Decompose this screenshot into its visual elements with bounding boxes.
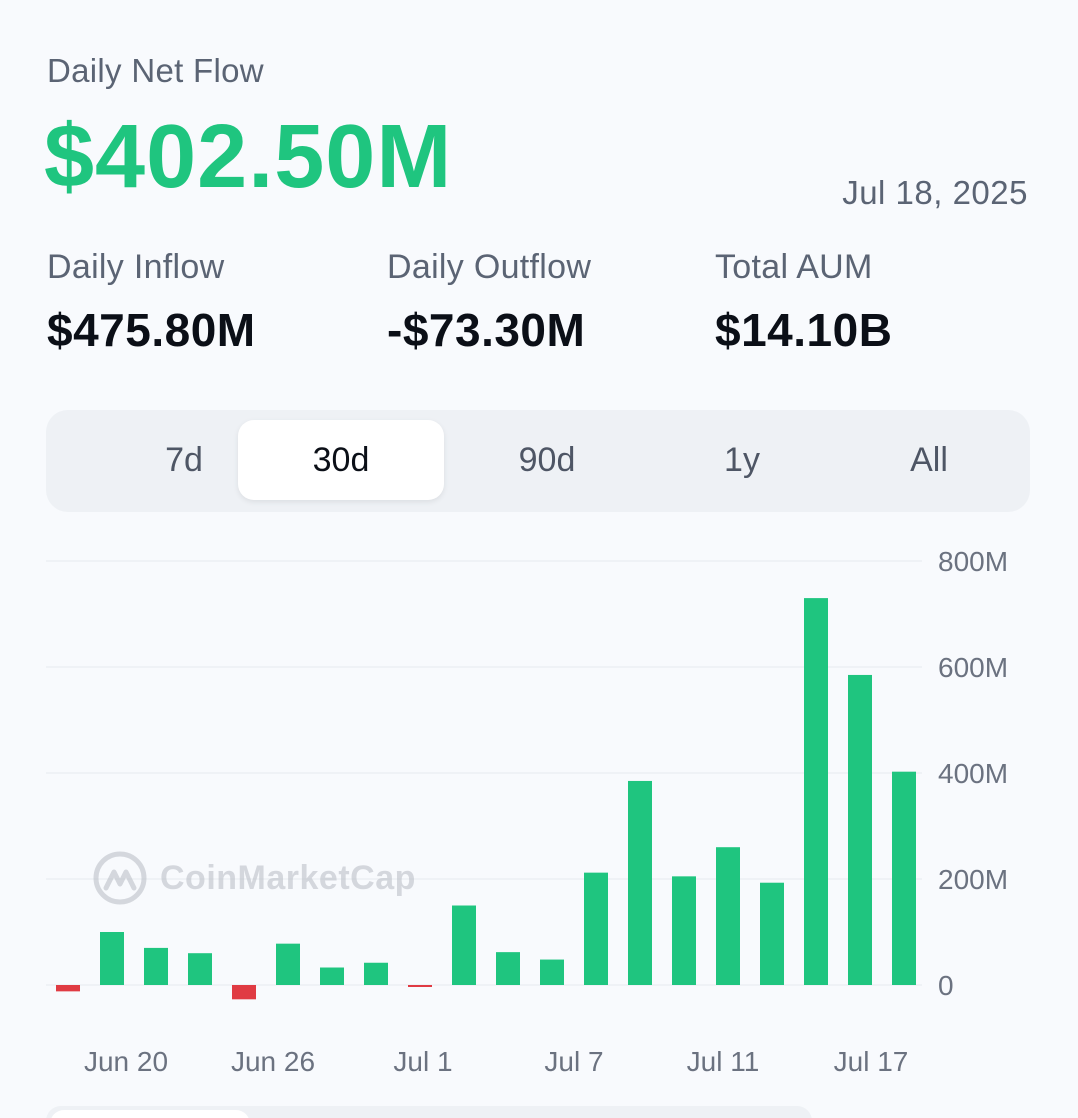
bar[interactable] [408,985,432,987]
tab-90d[interactable]: 90d [446,420,648,500]
stat-value: $475.80M [47,304,256,356]
bar[interactable] [584,872,608,985]
stat-label: Daily Outflow [387,248,592,286]
x-tick-label: Jun 26 [231,1046,315,1077]
bar[interactable] [804,598,828,985]
stat-daily-outflow: Daily Outflow -$73.30M [387,248,591,357]
date-label: Jul 18, 2025 [842,174,1028,211]
tab-1y[interactable]: 1y [646,420,838,500]
bar[interactable] [716,847,740,985]
bar[interactable] [232,985,256,1000]
time-range-tabs: 7d 30d 90d 1y All [46,410,1030,512]
coinmarketcap-logo-icon [93,851,147,905]
chart-svg: 0 200M 400M 600M 800M Jun 20 Jun 26 Jul 1 Jul 7 J… [46,546,1008,1077]
stat-value: -$73.30M [387,304,586,356]
y-tick-label: 200M [938,864,1008,895]
tab-30d[interactable]: 30d [238,420,444,500]
page-title: Daily Net Flow [47,52,264,89]
daily-net-flow-page: Daily Net Flow $402.50M Jul 18, 2025 Dai… [0,0,1078,1118]
bar[interactable] [56,985,80,992]
bottom-scroll-thumb[interactable] [50,1110,250,1118]
watermark: CoinMarketCap [92,850,416,906]
bar[interactable] [100,932,124,985]
net-flow-bar-chart: 0 200M 400M 600M 800M Jun 20 Jun 26 Jul 1 Jul 7 J… [0,540,1078,1100]
bar[interactable] [144,947,168,985]
bar[interactable] [628,780,652,985]
net-flow-value: $402.50M [44,107,453,207]
bar[interactable] [320,967,344,985]
x-tick-label: Jul 1 [393,1046,452,1077]
bar[interactable] [364,962,388,985]
bar[interactable] [540,959,564,985]
stat-daily-inflow: Daily Inflow $475.80M [47,248,256,357]
watermark-text: CoinMarketCap [160,858,416,897]
bar[interactable] [892,771,916,985]
bar[interactable] [672,876,696,985]
x-tick-label: Jul 11 [687,1046,760,1077]
bar[interactable] [848,674,872,985]
stat-label: Daily Inflow [47,248,225,286]
y-tick-label: 400M [938,758,1008,789]
tab-all[interactable]: All [836,420,1022,500]
x-tick-label: Jul 17 [834,1046,909,1077]
y-tick-label: 0 [938,970,954,1001]
x-tick-label: Jun 20 [84,1046,168,1077]
bar[interactable] [496,952,520,985]
stat-value: $14.10B [715,304,893,356]
stat-label: Total AUM [715,248,873,286]
bar[interactable] [452,905,476,986]
x-tick-label: Jul 7 [544,1046,603,1077]
stat-total-aum: Total AUM $14.10B [715,248,892,357]
bar[interactable] [276,943,300,985]
y-tick-label: 800M [938,546,1008,577]
bar[interactable] [188,953,212,985]
bar[interactable] [760,882,784,985]
y-tick-label: 600M [938,652,1008,683]
